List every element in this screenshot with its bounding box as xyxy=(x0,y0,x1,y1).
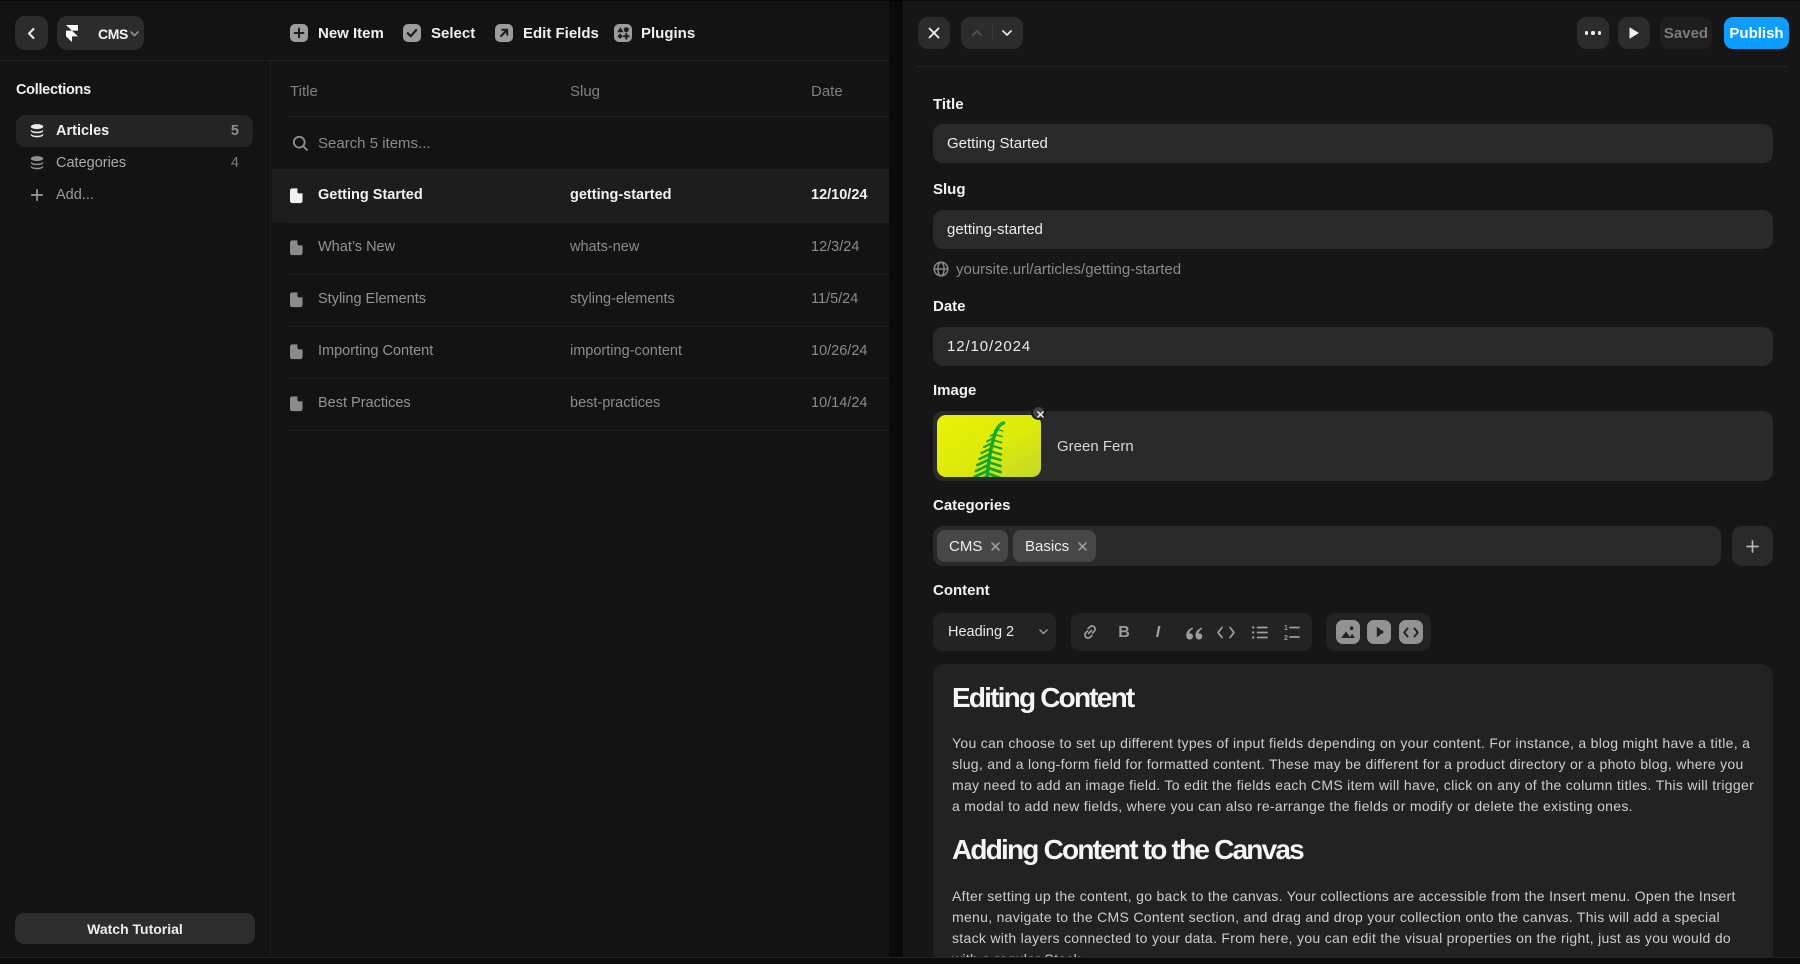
svg-text:1: 1 xyxy=(1284,625,1288,632)
svg-text:2: 2 xyxy=(1284,635,1288,640)
